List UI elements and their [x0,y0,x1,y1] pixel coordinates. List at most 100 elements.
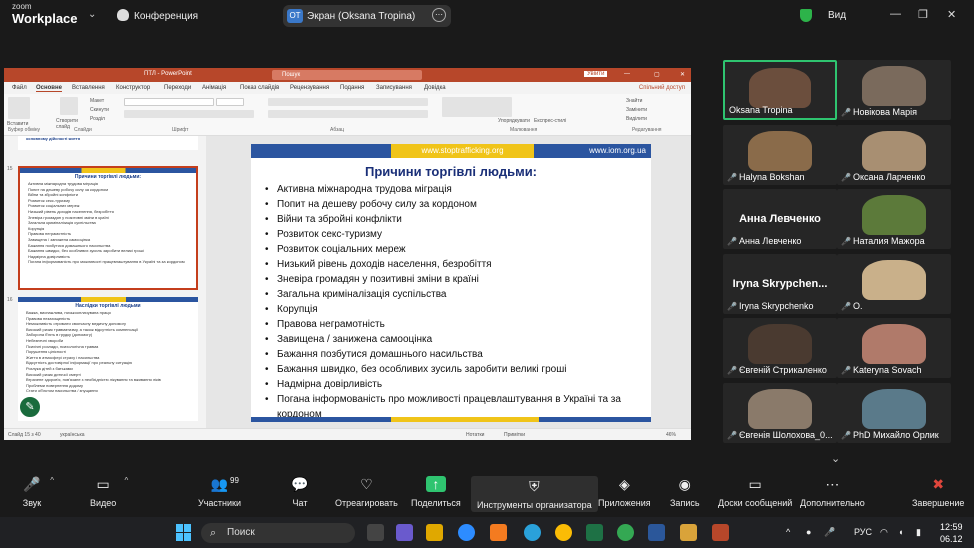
audio-button[interactable]: 🎤 Звук ^ [22,476,54,508]
slide-thumbnail-pane[interactable]: основному дійсності життя 15 Причини тор… [4,136,204,428]
paragraph-buttons[interactable] [268,98,428,106]
font-name-box[interactable] [124,98,214,106]
mic-tray-icon[interactable]: 🎤 [824,527,835,538]
select-label[interactable]: Виділити [626,116,647,122]
taskbar-clock[interactable]: 12:59 06.12 [940,521,963,545]
participant-tile[interactable]: 🎤 Євгеній Стрикаленко [723,318,837,378]
tab-file[interactable]: Файл [12,85,27,91]
tab-home[interactable]: Основне [36,85,62,92]
close-icon[interactable]: ✕ [947,8,956,21]
tab-record[interactable]: Записування [376,85,412,91]
whiteboards-button[interactable]: ▭ Доски сообщений [718,476,792,508]
zoom-taskbar-icon[interactable] [458,524,475,541]
participant-tile[interactable]: Oksana Tropina [723,60,837,120]
find-label[interactable]: Знайти [626,98,642,104]
minimize-icon[interactable]: — [890,8,901,20]
alignment-buttons[interactable] [268,110,428,118]
tab-view[interactable]: Подання [340,85,364,91]
telegram-icon[interactable] [524,524,541,541]
tab-slideshow[interactable]: Показ слайдів [240,85,279,91]
tab-animations[interactable]: Анімація [202,85,226,91]
taskbar-search[interactable]: ⌕ Поиск [201,523,355,543]
ppt-close-icon[interactable]: ✕ [680,71,685,78]
status-language[interactable]: українська [60,432,85,438]
word-icon[interactable] [648,524,665,541]
chat-button[interactable]: 💬 Чат [290,476,310,508]
slide-thumb-15[interactable]: Причини торгівлі людьми: Активна міжнаро… [18,166,198,290]
slide-editing-area[interactable]: www.stoptrafficking.org www.iom.org.ua П… [206,136,691,428]
powerpoint-icon[interactable] [712,524,729,541]
current-slide[interactable]: www.stoptrafficking.org www.iom.org.ua П… [251,144,651,422]
tab-help[interactable]: Довідка [424,85,446,91]
quick-styles-label[interactable]: Експрес-стилі [534,118,566,124]
video-caret-icon[interactable]: ^ [125,476,129,485]
audio-caret-icon[interactable]: ^ [50,476,54,485]
participant-tile[interactable]: 🎤 Євгенія Шолохова_0... [723,382,837,443]
more-icon[interactable]: ··· [432,8,446,22]
replace-label[interactable]: Замінити [626,107,647,113]
app-orange-icon[interactable] [490,524,507,541]
record-button[interactable]: ◉ Запись [670,476,700,508]
shapes-gallery[interactable] [442,97,512,117]
chevron-down-icon[interactable]: ⌄ [88,9,96,20]
new-slide-icon[interactable] [60,97,78,115]
layout-label[interactable]: Макет [90,98,104,104]
more-button[interactable]: ⋯ Дополнительно [800,476,865,508]
view-button[interactable]: Вид [828,10,846,21]
host-tools-button[interactable]: ⛨ Инструменты организатора [471,476,598,512]
apps-button[interactable]: ◈ Приложения [598,476,651,508]
end-meeting-button[interactable]: ✖ Завершение [912,476,964,508]
keyboard-language[interactable]: РУС [854,527,872,537]
conference-menu[interactable]: Конференция [117,9,198,22]
arrange-label[interactable]: Упорядкувати [498,118,530,124]
ppt-share-button[interactable]: Спільний доступ [639,85,685,91]
font-size-box[interactable] [216,98,244,106]
participant-tile[interactable]: 🎤 Kateryna Sovach [837,318,951,378]
restore-icon[interactable]: ❐ [918,8,928,21]
chrome-icon[interactable] [555,524,572,541]
task-view-icon[interactable] [367,524,384,541]
excel-icon[interactable] [586,524,603,541]
participant-tile[interactable]: Анна Левченко 🎤 Анна Левченко [723,189,837,249]
gallery-next-page-icon[interactable]: ⌄ [831,452,840,465]
participant-tile[interactable]: 🎤 Наталия Мажора [837,189,951,249]
section-label[interactable]: Розділ [90,116,105,122]
font-format-buttons[interactable] [124,110,254,118]
security-shield-icon[interactable] [800,9,812,22]
paste-icon[interactable] [8,97,30,119]
slide-thumb-16[interactable]: Наслідки торгівлі людьми Важка, виснажли… [18,297,198,421]
participant-tile[interactable]: 🎤 PhD Михайло Орлик [837,382,951,443]
participant-tile[interactable]: Iryna Skrypchen... 🎤 Iryna Skrypchenko [723,253,837,314]
ppt-signin[interactable]: Увійти [584,71,608,77]
battery-icon[interactable]: ▮ [916,527,921,538]
react-button[interactable]: ♡ Отреагировать [335,476,398,508]
slide-thumb-14[interactable]: основному дійсності життя [18,136,198,150]
tab-design[interactable]: Конструктор [116,85,150,91]
share-screen-button[interactable]: ↑ Поделиться [411,476,461,508]
windows-start-icon[interactable] [176,524,193,541]
video-button[interactable]: ▭ Видео ^ [90,476,128,508]
status-comments[interactable]: Примітки [504,432,525,438]
status-zoom[interactable]: 46% [666,432,676,438]
screen-share-indicator[interactable]: OT Экран (Oksana Tropina) ··· [283,5,451,27]
participant-tile[interactable]: 🎤 Halyna Bokshan [723,124,837,185]
ppt-restore-icon[interactable]: ▢ [654,71,660,78]
folder-icon[interactable] [680,524,697,541]
reset-label[interactable]: Скинути [90,107,109,113]
participant-tile[interactable]: 🎤 O. [837,253,951,314]
volume-icon[interactable]: ◖ [898,527,903,537]
status-notes[interactable]: Нотатки [466,432,484,438]
ppt-minimize-icon[interactable]: — [624,71,630,77]
wifi-icon[interactable]: ◠ [880,527,888,538]
participants-button[interactable]: 👥 Участники 99 [198,476,241,508]
copilot-icon[interactable] [396,524,413,541]
tab-review[interactable]: Рецензування [290,85,329,91]
tray-chevron-icon[interactable]: ^ [786,527,790,537]
zoom-tray-icon[interactable]: ● [806,527,811,537]
chrome-profile-icon[interactable] [617,524,634,541]
file-explorer-icon[interactable] [426,524,443,541]
ppt-search[interactable]: Пошук [272,70,422,80]
tab-insert[interactable]: Вставлення [72,85,105,91]
participant-tile[interactable]: 🎤 Оксана Ларченко [837,124,951,185]
annotate-pen-icon[interactable]: ✎ [18,395,42,419]
